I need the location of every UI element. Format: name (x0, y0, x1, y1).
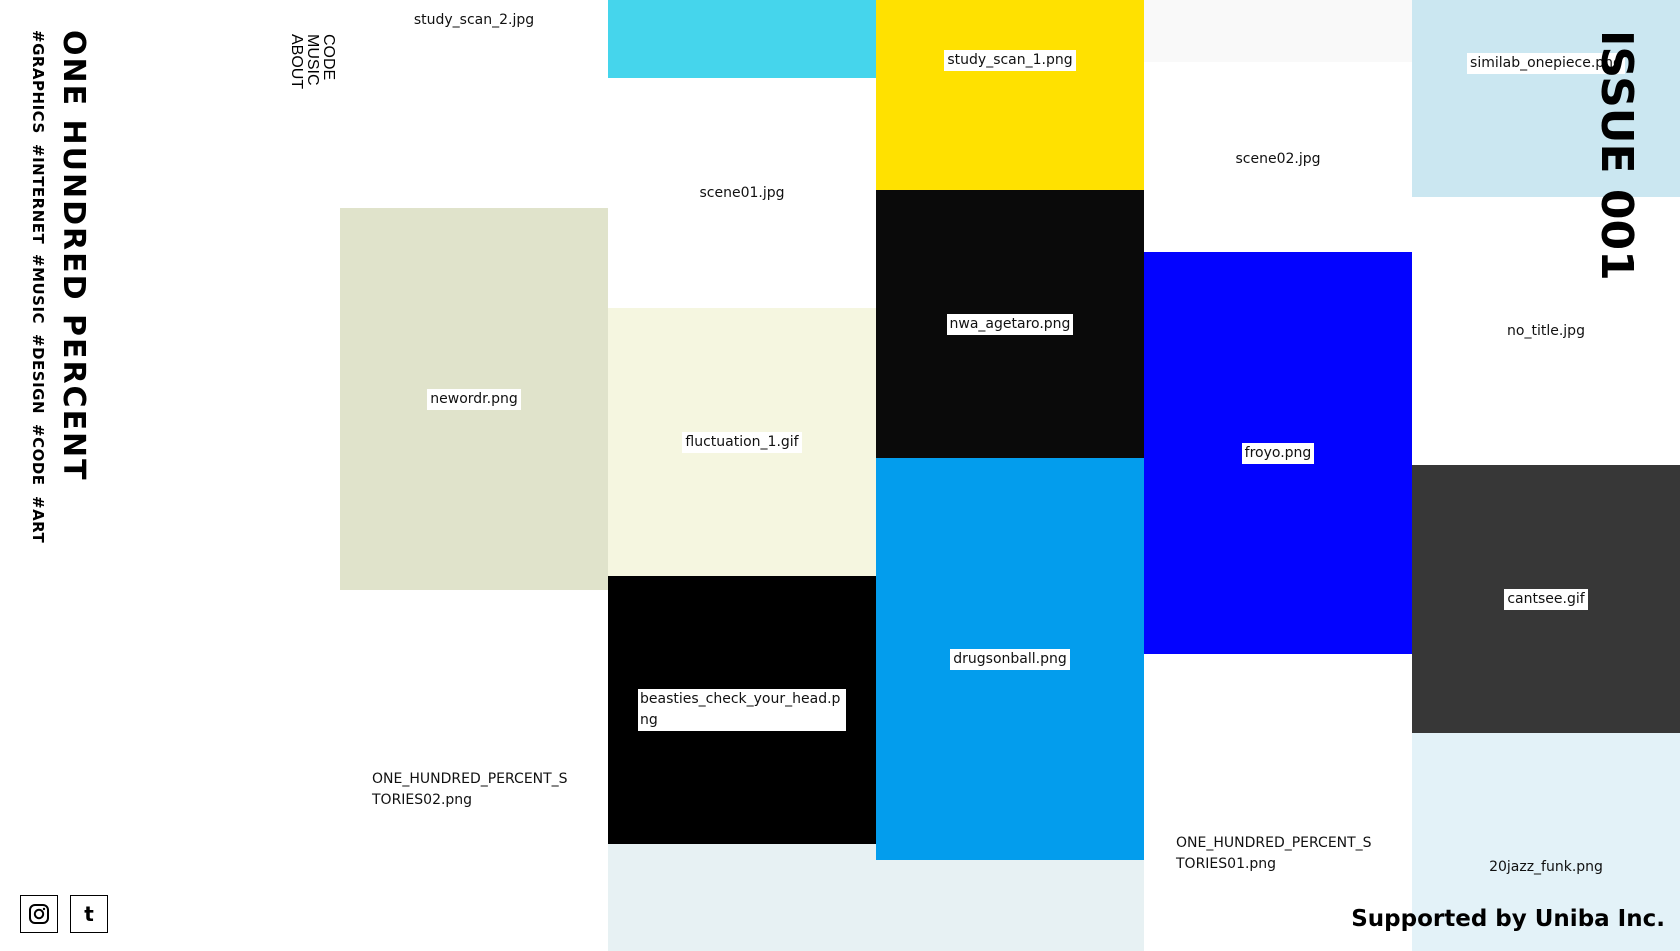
tile-label: study_scan_1.png (944, 50, 1076, 71)
tile-beasties-check-your-head[interactable]: beasties_check_your_head.png (608, 576, 876, 844)
tag-art[interactable]: #ART (29, 496, 47, 543)
tile-label: 20jazz_funk.png (1489, 859, 1603, 875)
tag-list: #GRAPHICS #INTERNET #MUSIC #DESIGN #CODE #ART (29, 30, 47, 553)
tile-one-hundred-percent-stories02[interactable]: ONE_HUNDRED_PERCENT_STORIES02.png (340, 590, 608, 951)
tile-fluctuation-1[interactable]: fluctuation_1.gif (608, 308, 876, 576)
tile-label: fluctuation_1.gif (682, 431, 802, 453)
tile-study-scan-2[interactable]: study_scan_2.jpg (340, 0, 608, 208)
instagram-icon (29, 904, 49, 924)
tile-label: ONE_HUNDRED_PERCENT_STORIES01.png (1176, 835, 1372, 872)
tile-label: scene02.jpg (1235, 151, 1321, 167)
tile-label: froyo.png (1241, 442, 1315, 464)
sponsor-credit[interactable]: Supported by Uniba Inc. (1351, 908, 1665, 931)
tile-label: scene01.jpg (699, 184, 785, 201)
tile-drugsonball[interactable]: drugsonball.png (876, 458, 1144, 860)
tag-code[interactable]: #CODE (29, 424, 47, 486)
tile-scene02[interactable]: scene02.jpg (1144, 62, 1412, 252)
tile-label: nwa_agetaro.png (946, 313, 1074, 335)
tile-study-scan-1[interactable]: study_scan_1.png (876, 0, 1144, 190)
tile-label: similab_onepiece.png (1467, 53, 1625, 74)
tumblr-link[interactable]: t (70, 895, 108, 933)
tile-label: study_scan_2.jpg (413, 12, 535, 28)
tile-froyo[interactable]: froyo.png (1144, 252, 1412, 654)
tile-label: ONE_HUNDRED_PERCENT_STORIES02.png (372, 771, 568, 808)
tile-label: no_title.jpg (1507, 322, 1585, 339)
tag-design[interactable]: #DESIGN (29, 334, 47, 414)
tile-nwa-agetaro[interactable]: nwa_agetaro.png (876, 190, 1144, 458)
tile-cantsee[interactable]: cantsee.gif (1412, 465, 1680, 733)
nav-code[interactable]: CODE (320, 34, 337, 118)
tile-label: drugsonball.png (950, 648, 1070, 670)
tile-newordr[interactable]: newordr.png (340, 208, 608, 590)
tile-cyan-block[interactable] (608, 0, 876, 78)
tile-light-block[interactable] (1144, 0, 1412, 62)
tag-internet[interactable]: #INTERNET (29, 144, 47, 244)
nav-music[interactable]: MUSIC (304, 34, 321, 100)
tile-label: newordr.png (427, 388, 521, 410)
tag-music[interactable]: #MUSIC (29, 254, 47, 324)
tile-pale-block[interactable] (608, 844, 876, 951)
tile-pale-block[interactable] (876, 860, 1144, 951)
site-logo[interactable]: ONE HUNDRED PERCENT (56, 30, 91, 482)
tile-no-title[interactable]: no_title.jpg (1412, 197, 1680, 465)
tag-graphics[interactable]: #GRAPHICS (29, 30, 47, 134)
tumblr-icon: t (84, 902, 94, 926)
tile-label: cantsee.gif (1504, 588, 1588, 610)
nav-about[interactable]: ABOUT (288, 34, 305, 136)
tile-label: beasties_check_your_head.png (638, 689, 846, 731)
tile-similab-onepiece[interactable]: similab_onepiece.png (1412, 0, 1680, 197)
instagram-link[interactable] (20, 895, 58, 933)
tile-scene01[interactable]: scene01.jpg (608, 78, 876, 308)
